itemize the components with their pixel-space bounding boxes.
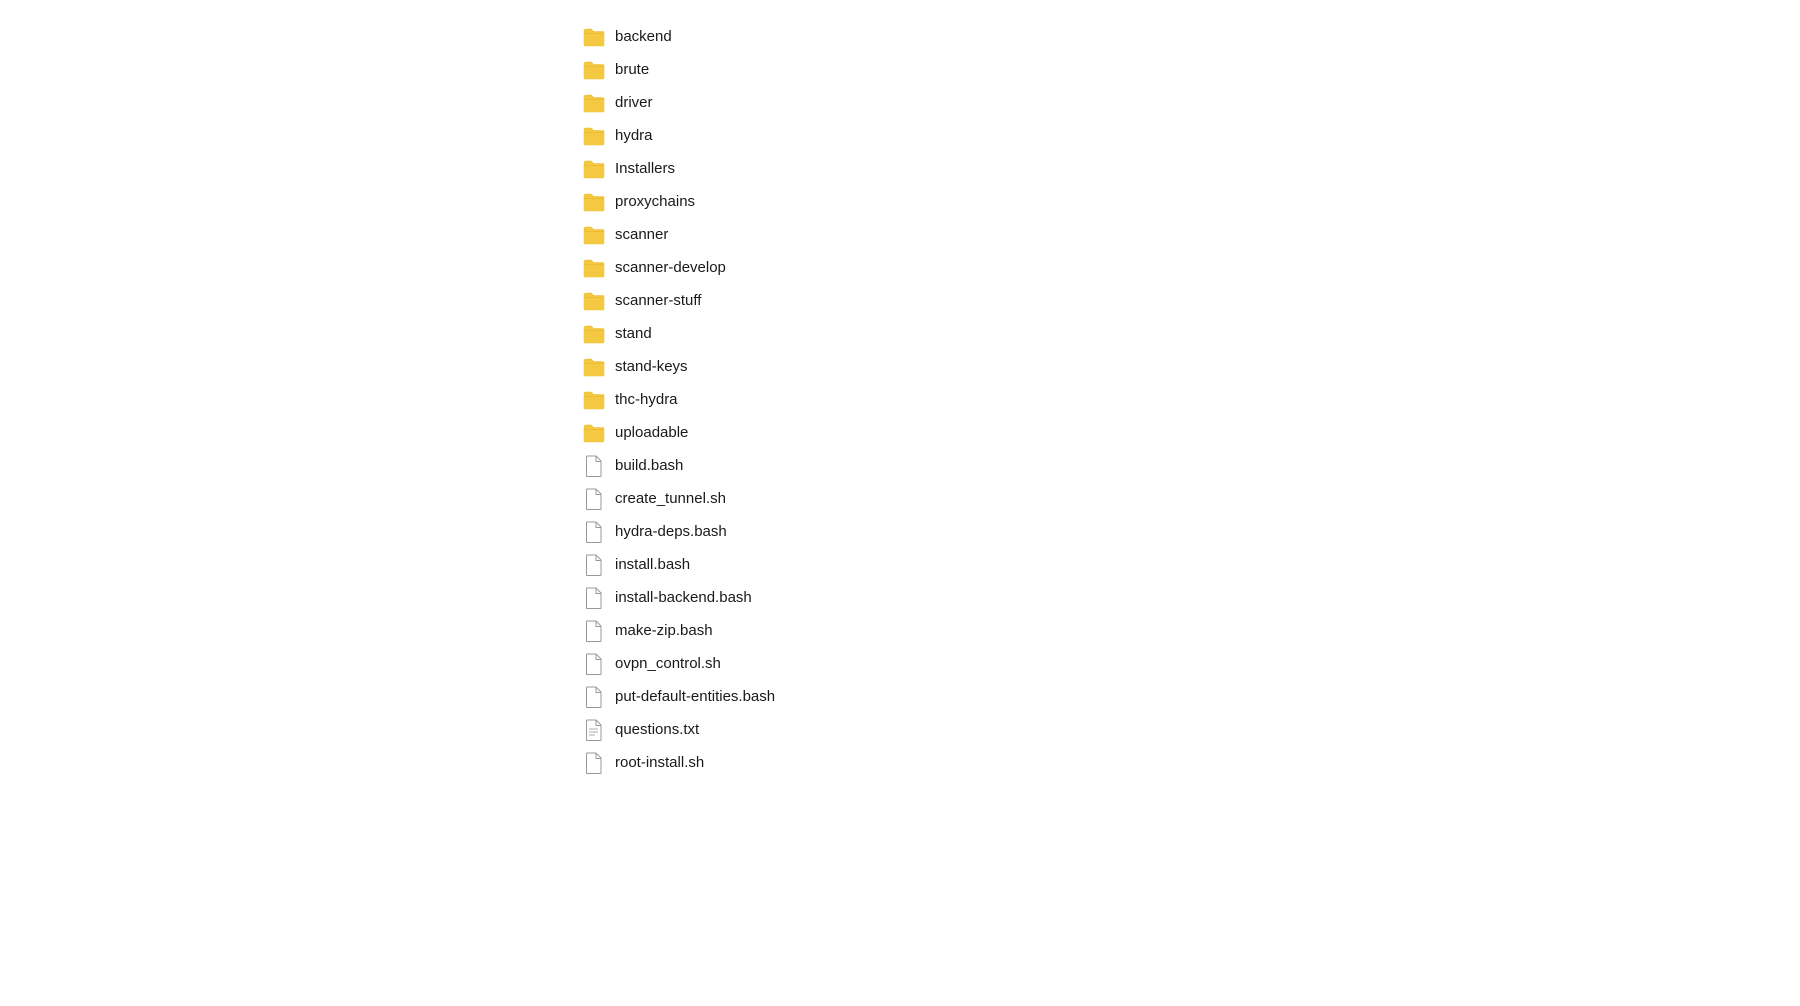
file-name: proxychains — [615, 193, 695, 210]
file-name: scanner-stuff — [615, 292, 701, 309]
file-name: hydra — [615, 127, 653, 144]
list-item[interactable]: create_tunnel.sh — [575, 482, 1800, 515]
list-item[interactable]: scanner-develop — [575, 251, 1800, 284]
file-name: build.bash — [615, 457, 683, 474]
file-icon — [583, 455, 605, 477]
file-name: put-default-entities.bash — [615, 688, 775, 705]
file-name: make-zip.bash — [615, 622, 713, 639]
list-item[interactable]: make-zip.bash — [575, 614, 1800, 647]
file-name: hydra-deps.bash — [615, 523, 727, 540]
list-item[interactable]: scanner — [575, 218, 1800, 251]
file-name: install-backend.bash — [615, 589, 752, 606]
list-item[interactable]: hydra-deps.bash — [575, 515, 1800, 548]
folder-icon — [583, 323, 605, 345]
file-name: scanner-develop — [615, 259, 726, 276]
list-item[interactable]: root-install.sh — [575, 746, 1800, 779]
folder-icon — [583, 422, 605, 444]
file-list: backend brute driver hydra Installers pr… — [0, 0, 1800, 799]
list-item[interactable]: install-backend.bash — [575, 581, 1800, 614]
list-item[interactable]: scanner-stuff — [575, 284, 1800, 317]
text-file-icon — [583, 719, 605, 741]
file-icon — [583, 686, 605, 708]
list-item[interactable]: ovpn_control.sh — [575, 647, 1800, 680]
list-item[interactable]: build.bash — [575, 449, 1800, 482]
file-icon — [583, 752, 605, 774]
list-item[interactable]: uploadable — [575, 416, 1800, 449]
file-name: install.bash — [615, 556, 690, 573]
file-name: Installers — [615, 160, 675, 177]
file-name: scanner — [615, 226, 668, 243]
file-name: driver — [615, 94, 653, 111]
list-item[interactable]: proxychains — [575, 185, 1800, 218]
file-icon — [583, 653, 605, 675]
file-name: brute — [615, 61, 649, 78]
folder-icon — [583, 389, 605, 411]
file-name: thc-hydra — [615, 391, 678, 408]
folder-icon — [583, 59, 605, 81]
folder-icon — [583, 224, 605, 246]
file-name: root-install.sh — [615, 754, 704, 771]
list-item[interactable]: put-default-entities.bash — [575, 680, 1800, 713]
list-item[interactable]: stand — [575, 317, 1800, 350]
folder-icon — [583, 290, 605, 312]
list-item[interactable]: brute — [575, 53, 1800, 86]
file-icon — [583, 587, 605, 609]
file-name: create_tunnel.sh — [615, 490, 726, 507]
folder-icon — [583, 257, 605, 279]
file-icon — [583, 620, 605, 642]
folder-icon — [583, 92, 605, 114]
file-name: stand — [615, 325, 652, 342]
list-item[interactable]: questions.txt — [575, 713, 1800, 746]
list-item[interactable]: backend — [575, 20, 1800, 53]
list-item[interactable]: thc-hydra — [575, 383, 1800, 416]
file-icon — [583, 521, 605, 543]
list-item[interactable]: driver — [575, 86, 1800, 119]
folder-icon — [583, 26, 605, 48]
list-item[interactable]: hydra — [575, 119, 1800, 152]
folder-icon — [583, 356, 605, 378]
folder-icon — [583, 125, 605, 147]
list-item[interactable]: install.bash — [575, 548, 1800, 581]
file-icon — [583, 488, 605, 510]
file-name: backend — [615, 28, 672, 45]
file-name: stand-keys — [615, 358, 688, 375]
list-item[interactable]: Installers — [575, 152, 1800, 185]
list-item[interactable]: stand-keys — [575, 350, 1800, 383]
file-name: ovpn_control.sh — [615, 655, 721, 672]
folder-icon — [583, 191, 605, 213]
folder-icon — [583, 158, 605, 180]
file-name: uploadable — [615, 424, 688, 441]
file-icon — [583, 554, 605, 576]
file-name: questions.txt — [615, 721, 699, 738]
